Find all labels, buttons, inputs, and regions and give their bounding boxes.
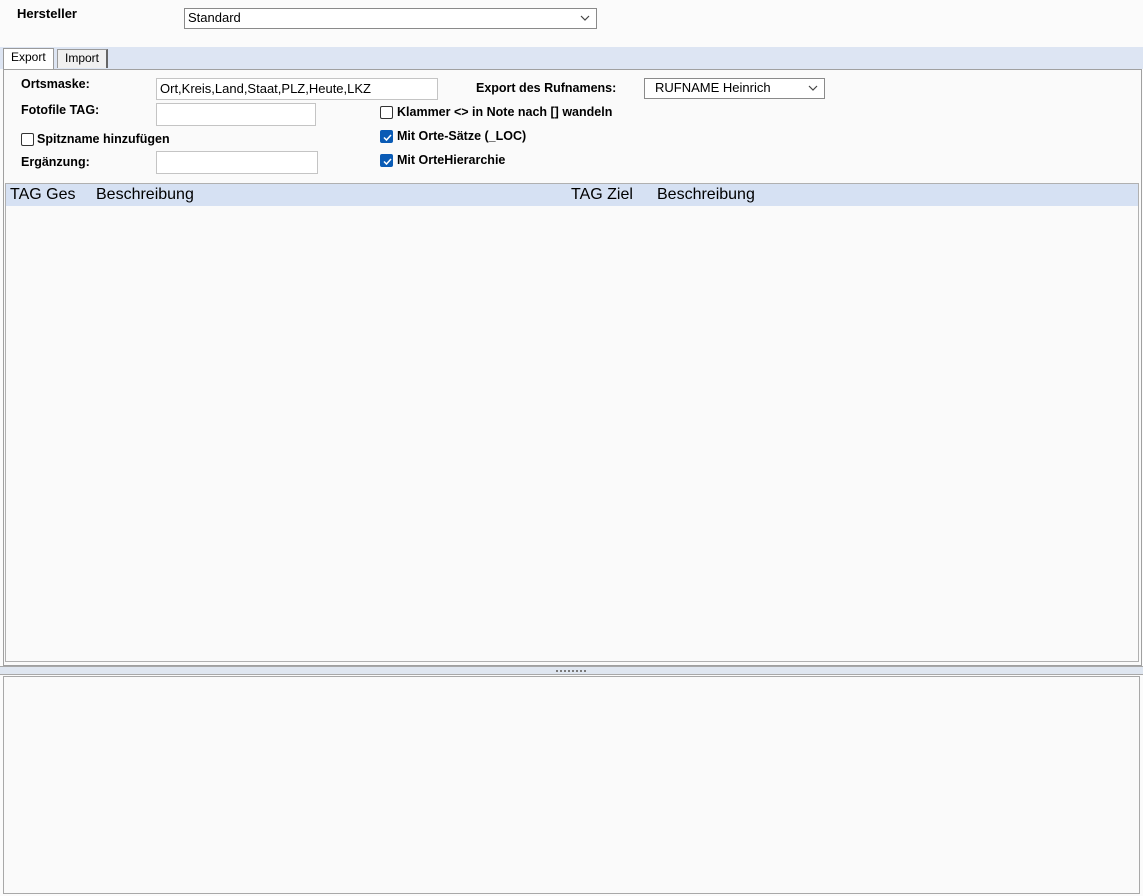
- grid-header: TAG Ges Beschreibung TAG Ziel Beschreibu…: [6, 184, 1138, 206]
- column-header-tag-ges[interactable]: TAG Ges: [10, 186, 76, 204]
- splitter[interactable]: [0, 666, 1143, 675]
- tab-export[interactable]: Export: [3, 48, 54, 69]
- column-header-tag-ziel[interactable]: TAG Ziel: [571, 186, 633, 204]
- checkmark-icon: [383, 158, 392, 166]
- tab-import-label: Import: [65, 51, 100, 65]
- klammer-label: Klammer <> in Note nach [] wandeln: [397, 105, 613, 119]
- checkmark-icon: [383, 134, 392, 142]
- orte-hierarchie-checkbox[interactable]: [380, 154, 393, 167]
- column-header-beschreibung-ziel[interactable]: Beschreibung: [657, 186, 755, 204]
- rufname-value: RUFNAME Heinrich: [655, 80, 771, 95]
- fotofile-label: Fotofile TAG:: [21, 103, 100, 117]
- manufacturer-bar: Hersteller Standard: [0, 0, 1143, 47]
- tab-export-label: Export: [11, 50, 46, 64]
- manufacturer-select[interactable]: Standard: [184, 8, 597, 29]
- ergaenzung-input[interactable]: [156, 151, 318, 174]
- bottom-pane: [3, 676, 1140, 894]
- spitzname-label: Spitzname hinzufügen: [37, 132, 170, 146]
- column-header-beschreibung[interactable]: Beschreibung: [96, 186, 194, 204]
- tab-import[interactable]: Import: [57, 49, 109, 68]
- ergaenzung-label: Ergänzung:: [21, 155, 90, 169]
- rufname-label: Export des Rufnamens:: [476, 81, 617, 95]
- fotofile-input[interactable]: [156, 103, 316, 126]
- rufname-select[interactable]: RUFNAME Heinrich: [644, 78, 825, 99]
- ortsmaske-value: Ort,Kreis,Land,Staat,PLZ,Heute,LKZ: [160, 81, 371, 96]
- orte-saetze-checkbox[interactable]: [380, 130, 393, 143]
- klammer-checkbox[interactable]: [380, 106, 393, 119]
- ortsmaske-label: Ortsmaske:: [21, 77, 90, 91]
- orte-hierarchie-label: Mit OrteHierarchie: [397, 153, 506, 167]
- tag-mapping-grid[interactable]: TAG Ges Beschreibung TAG Ziel Beschreibu…: [5, 183, 1139, 662]
- chevron-down-icon: [580, 15, 590, 21]
- ortsmaske-input[interactable]: Ort,Kreis,Land,Staat,PLZ,Heute,LKZ: [156, 78, 438, 100]
- spitzname-checkbox[interactable]: [21, 133, 34, 146]
- manufacturer-label: Hersteller: [17, 6, 77, 21]
- chevron-down-icon: [808, 85, 818, 91]
- tab-strip: [0, 47, 1143, 69]
- orte-saetze-label: Mit Orte-Sätze (_LOC): [397, 129, 527, 143]
- grip-icon: [556, 670, 586, 672]
- manufacturer-value: Standard: [188, 10, 241, 25]
